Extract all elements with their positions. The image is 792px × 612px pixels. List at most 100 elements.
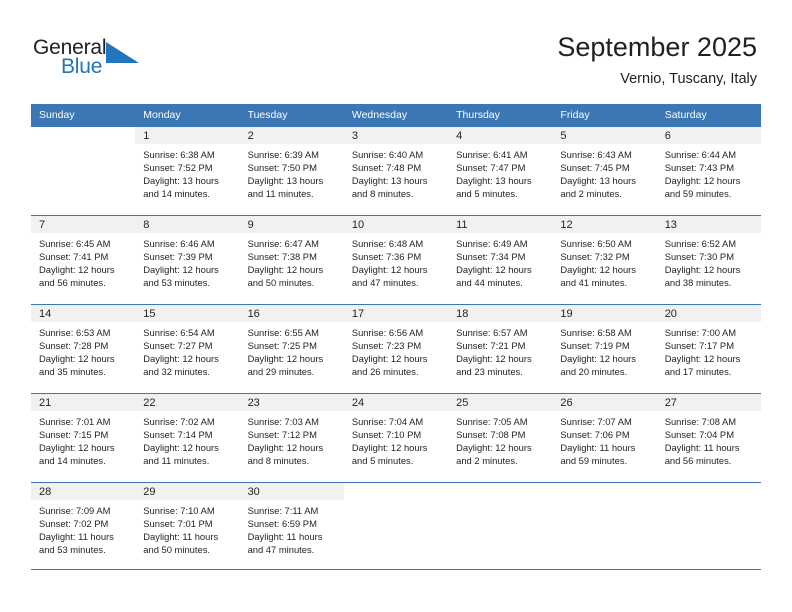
calendar-day-cell[interactable]: 21 Sunrise: 7:01 AM Sunset: 7:15 PM Dayligh… — [31, 393, 136, 483]
calendar-day-cell[interactable]: 11 Sunrise: 6:49 AM Sunset: 7:34 PM Dayligh… — [448, 215, 553, 305]
general-blue-logo[interactable]: General Blue — [33, 36, 153, 84]
daylight-text: Daylight: 12 hours — [456, 353, 532, 365]
day-detail-lines: Sunrise: 6:47 AM Sunset: 7:38 PM Daylight:… — [240, 233, 344, 289]
calendar-day-cell[interactable]: 1 Sunrise: 6:38 AM Sunset: 7:52 PM Daylight… — [135, 126, 240, 216]
calendar-day-cell[interactable]: 3 Sunrise: 6:40 AM Sunset: 7:48 PM Daylight… — [343, 126, 449, 216]
sunset-text: Sunset: 7:28 PM — [39, 340, 109, 352]
day-detail-lines: Sunrise: 6:43 AM Sunset: 7:45 PM Daylight:… — [552, 144, 656, 200]
daylight-text: Daylight: 12 hours — [247, 264, 324, 276]
sunset-text: Sunset: 7:25 PM — [247, 340, 317, 352]
day-detail-lines: Sunrise: 7:10 AM Sunset: 7:01 PM Daylight:… — [135, 500, 239, 556]
calendar-day-cell[interactable]: 29 Sunrise: 7:10 AM Sunset: 7:01 PM Dayligh… — [135, 482, 240, 570]
day-detail-lines — [657, 500, 761, 504]
day-number — [31, 127, 135, 129]
sunrise-text: Sunrise: 6:50 AM — [560, 238, 632, 249]
sunset-text: Sunset: 7:12 PM — [247, 429, 317, 441]
daylight-text-cont: and 11 minutes. — [143, 455, 210, 467]
calendar-day-cell[interactable] — [448, 482, 553, 570]
daylight-text: Daylight: 13 hours — [560, 175, 636, 187]
calendar-day-cell[interactable] — [343, 482, 449, 570]
day-number-band: 18 — [448, 305, 553, 322]
empty-day-cell — [448, 483, 553, 569]
calendar-day-cell[interactable]: 4 Sunrise: 6:41 AM Sunset: 7:47 PM Daylight… — [448, 126, 553, 216]
day-number-band: 27 — [656, 394, 761, 411]
day-detail-lines: Sunrise: 7:03 AM Sunset: 7:12 PM Daylight:… — [240, 411, 344, 467]
calendar-week-row: 28 Sunrise: 7:09 AM Sunset: 7:02 PM Dayligh… — [31, 482, 761, 570]
day-number: 7 — [39, 219, 46, 231]
calendar-day-cell[interactable]: 15 Sunrise: 6:54 AM Sunset: 7:27 PM Dayligh… — [135, 304, 240, 394]
day-number-band: 25 — [448, 394, 553, 411]
calendar-day-cell[interactable] — [656, 482, 761, 570]
day-number-band: 20 — [656, 305, 761, 322]
day-detail-lines: Sunrise: 7:02 AM Sunset: 7:14 PM Daylight:… — [135, 411, 239, 467]
day-number-band: 7 — [31, 216, 136, 233]
weekday-header-sunday: Sunday — [31, 104, 136, 127]
daylight-text: Daylight: 12 hours — [351, 264, 428, 276]
day-number-band — [656, 483, 761, 500]
day-number: 3 — [351, 130, 358, 142]
calendar-day-cell[interactable]: 10 Sunrise: 6:48 AM Sunset: 7:36 PM Dayligh… — [343, 215, 449, 305]
calendar-day-cell[interactable]: 17 Sunrise: 6:56 AM Sunset: 7:23 PM Dayligh… — [343, 304, 449, 394]
calendar-day-cell[interactable]: 25 Sunrise: 7:05 AM Sunset: 7:08 PM Dayligh… — [448, 393, 553, 483]
calendar-day-cell[interactable] — [31, 126, 136, 216]
calendar-day-cell[interactable]: 7 Sunrise: 6:45 AM Sunset: 7:41 PM Daylight… — [31, 215, 136, 305]
daylight-text-cont: and 2 minutes. — [456, 455, 518, 467]
daylight-text-cont: and 26 minutes. — [351, 366, 419, 378]
day-cell-content: 14 Sunrise: 6:53 AM Sunset: 7:28 PM Dayligh… — [31, 305, 136, 393]
logo-text-blue: Blue — [61, 55, 103, 78]
day-number: 14 — [39, 308, 52, 320]
sunset-text: Sunset: 7:52 PM — [143, 162, 213, 174]
calendar-day-cell[interactable]: 22 Sunrise: 7:02 AM Sunset: 7:14 PM Dayligh… — [135, 393, 240, 483]
calendar-day-cell[interactable] — [552, 482, 657, 570]
calendar-day-cell[interactable]: 18 Sunrise: 6:57 AM Sunset: 7:21 PM Dayligh… — [448, 304, 553, 394]
calendar-day-cell[interactable]: 26 Sunrise: 7:07 AM Sunset: 7:06 PM Dayligh… — [552, 393, 657, 483]
sunset-text: Sunset: 7:34 PM — [456, 251, 526, 263]
daylight-text: Daylight: 12 hours — [247, 353, 324, 365]
daylight-text-cont: and 50 minutes. — [143, 544, 210, 556]
sunrise-text: Sunrise: 6:49 AM — [456, 238, 528, 249]
calendar-day-cell[interactable]: 9 Sunrise: 6:47 AM Sunset: 7:38 PM Daylight… — [239, 215, 344, 305]
calendar-day-cell[interactable]: 2 Sunrise: 6:39 AM Sunset: 7:50 PM Daylight… — [239, 126, 344, 216]
day-number: 29 — [143, 486, 156, 498]
calendar-day-cell[interactable]: 16 Sunrise: 6:55 AM Sunset: 7:25 PM Dayligh… — [239, 304, 344, 394]
sunrise-text: Sunrise: 6:56 AM — [351, 327, 424, 338]
calendar-day-cell[interactable]: 20 Sunrise: 7:00 AM Sunset: 7:17 PM Dayligh… — [656, 304, 761, 394]
calendar-day-cell[interactable]: 12 Sunrise: 6:50 AM Sunset: 7:32 PM Dayligh… — [552, 215, 657, 305]
daylight-text: Daylight: 12 hours — [39, 353, 115, 365]
calendar-day-cell[interactable]: 13 Sunrise: 6:52 AM Sunset: 7:30 PM Dayligh… — [656, 215, 761, 305]
daylight-text-cont: and 44 minutes. — [456, 277, 523, 289]
weekday-header-thursday: Thursday — [448, 104, 553, 127]
daylight-text: Daylight: 12 hours — [143, 264, 219, 276]
daylight-text: Daylight: 11 hours — [39, 531, 114, 543]
day-number: 21 — [39, 397, 52, 409]
calendar-day-cell[interactable]: 8 Sunrise: 6:46 AM Sunset: 7:39 PM Daylight… — [135, 215, 240, 305]
calendar-day-cell[interactable]: 24 Sunrise: 7:04 AM Sunset: 7:10 PM Dayligh… — [343, 393, 449, 483]
day-number-band — [448, 483, 553, 500]
sunrise-text: Sunrise: 7:04 AM — [351, 416, 424, 427]
day-cell-content: 11 Sunrise: 6:49 AM Sunset: 7:34 PM Dayligh… — [448, 216, 553, 304]
sunset-text: Sunset: 7:17 PM — [664, 340, 734, 352]
calendar-day-cell[interactable]: 5 Sunrise: 6:43 AM Sunset: 7:45 PM Daylight… — [552, 126, 657, 216]
calendar-day-cell[interactable]: 28 Sunrise: 7:09 AM Sunset: 7:02 PM Dayligh… — [31, 482, 136, 570]
daylight-text-cont: and 23 minutes. — [456, 366, 523, 378]
calendar-day-cell[interactable]: 6 Sunrise: 6:44 AM Sunset: 7:43 PM Daylight… — [656, 126, 761, 216]
calendar-day-cell[interactable]: 14 Sunrise: 6:53 AM Sunset: 7:28 PM Dayligh… — [31, 304, 136, 394]
daylight-text-cont: and 8 minutes. — [247, 455, 310, 467]
sunrise-text: Sunrise: 6:41 AM — [456, 149, 528, 160]
daylight-text: Daylight: 12 hours — [143, 353, 219, 365]
daylight-text: Daylight: 12 hours — [351, 353, 428, 365]
day-cell-content: 29 Sunrise: 7:10 AM Sunset: 7:01 PM Dayligh… — [135, 483, 240, 569]
calendar-day-cell[interactable]: 23 Sunrise: 7:03 AM Sunset: 7:12 PM Dayligh… — [239, 393, 344, 483]
calendar-day-cell[interactable]: 30 Sunrise: 7:11 AM Sunset: 6:59 PM Dayligh… — [239, 482, 344, 570]
calendar-day-cell[interactable]: 19 Sunrise: 6:58 AM Sunset: 7:19 PM Dayligh… — [552, 304, 657, 394]
calendar-day-cell[interactable]: 27 Sunrise: 7:08 AM Sunset: 7:04 PM Dayligh… — [656, 393, 761, 483]
day-number-band: 22 — [135, 394, 240, 411]
daylight-text: Daylight: 11 hours — [664, 442, 740, 454]
day-cell-content: 28 Sunrise: 7:09 AM Sunset: 7:02 PM Dayligh… — [31, 483, 136, 569]
day-detail-lines: Sunrise: 6:57 AM Sunset: 7:21 PM Daylight:… — [448, 322, 552, 378]
daylight-text-cont: and 53 minutes. — [143, 277, 210, 289]
day-number — [552, 483, 656, 485]
day-number: 15 — [143, 308, 156, 320]
daylight-text-cont: and 29 minutes. — [247, 366, 315, 378]
day-cell-content: 30 Sunrise: 7:11 AM Sunset: 6:59 PM Dayligh… — [239, 483, 344, 569]
